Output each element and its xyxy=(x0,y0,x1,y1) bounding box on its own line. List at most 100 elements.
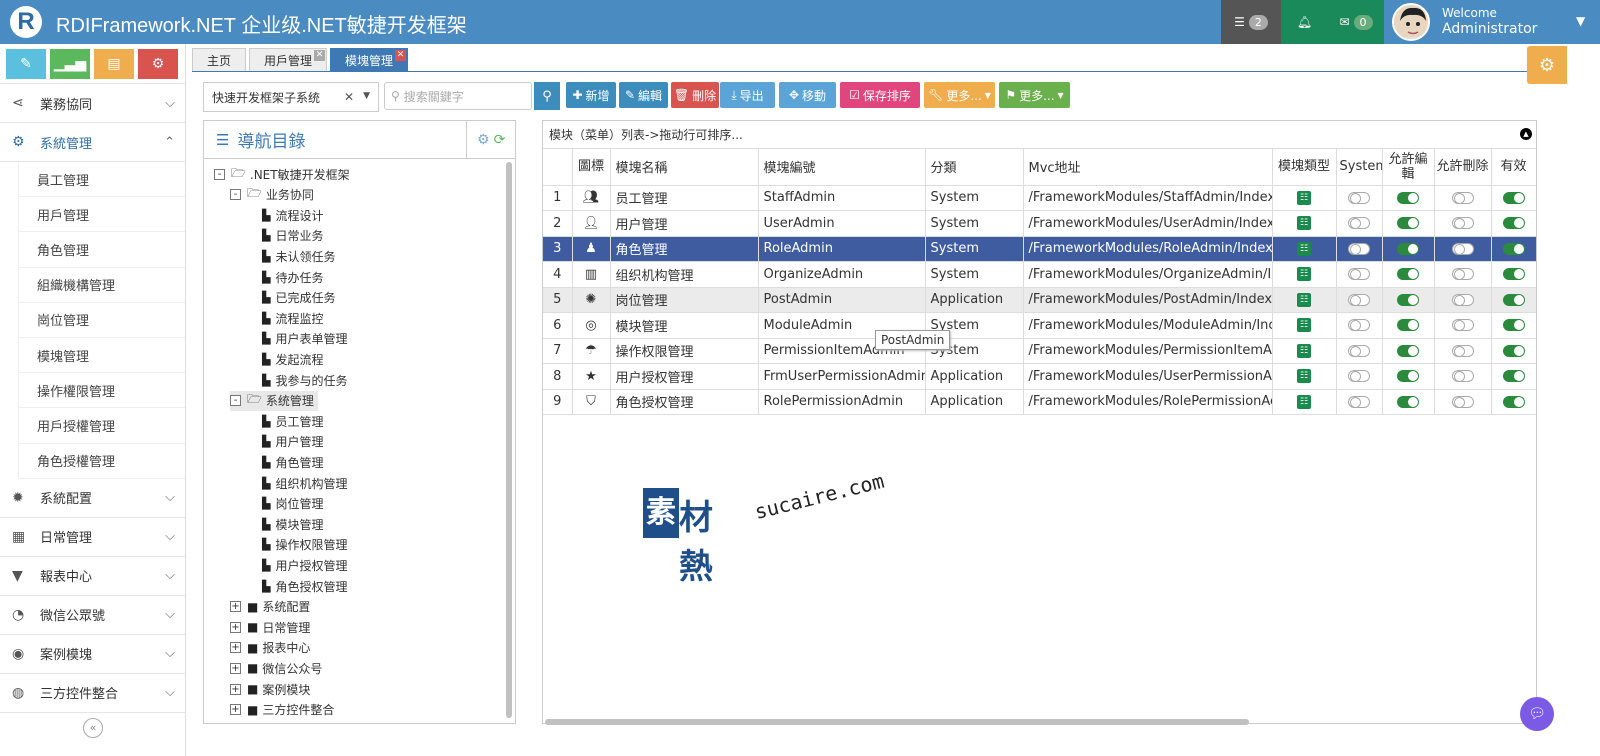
tree-node[interactable]: - 🗁 业务协同 xyxy=(230,185,314,205)
enabled-toggle[interactable] xyxy=(1502,395,1525,408)
collapse-toggle-icon[interactable]: - xyxy=(230,395,241,407)
system-toggle[interactable] xyxy=(1348,191,1370,204)
move-button[interactable]: ✥ 移動 xyxy=(779,82,836,108)
sidebar-menu-report[interactable]: ▼ 報表中心 ⌵ xyxy=(0,557,185,596)
table-row[interactable]: 5 ✺ 岗位管理 PostAdmin Application/FrameworkModu… xyxy=(543,287,1536,313)
table-row[interactable]: 3 ♟ 角色管理 RoleAdmin System/FrameworkModules/R… xyxy=(543,236,1536,262)
allow-delete-toggle[interactable] xyxy=(1451,344,1474,357)
tree-node[interactable]: ▙ 日常业务 xyxy=(262,226,323,246)
close-icon[interactable]: ✕ xyxy=(314,50,326,61)
allow-edit-toggle[interactable] xyxy=(1397,242,1419,255)
allow-delete-toggle[interactable] xyxy=(1451,191,1474,204)
table-row[interactable]: 9 ⛉ 角色授权管理 RolePermissionAdmin Application/F… xyxy=(543,389,1536,415)
col-allow-edit[interactable]: 允許編輯 xyxy=(1382,149,1435,186)
col-system[interactable]: System xyxy=(1336,149,1383,186)
tree-node[interactable]: ▙ 流程监控 xyxy=(262,308,323,328)
col-mvc-url[interactable]: Mvc地址 xyxy=(1023,149,1273,186)
more-tools-dropdown[interactable]: 🔧︎ 更多... ▼ xyxy=(924,82,995,108)
col-category[interactable]: 分類 xyxy=(925,149,1024,186)
signal-icon[interactable]: ▁▃▅ xyxy=(50,49,90,79)
edit-button[interactable]: ✎ 編輯 xyxy=(619,82,668,108)
collapse-toggle-icon[interactable]: - xyxy=(214,168,225,180)
allow-delete-toggle[interactable] xyxy=(1451,395,1474,408)
tree-node[interactable]: + ■ 案例模块 xyxy=(230,679,310,699)
expand-toggle-icon[interactable]: + xyxy=(230,621,241,633)
allow-delete-toggle[interactable] xyxy=(1451,319,1474,332)
col-icon[interactable]: 圖標 xyxy=(572,149,611,186)
allow-delete-toggle[interactable] xyxy=(1451,268,1474,281)
chat-icon[interactable]: 💬︎ xyxy=(1520,697,1554,731)
tab-module-admin[interactable]: 模塊管理 ✕ xyxy=(330,48,409,72)
system-toggle[interactable] xyxy=(1348,395,1370,408)
subsystem-select[interactable]: 快速开发框架子系统 ✕ ▼ xyxy=(203,82,379,112)
table-row[interactable]: 6 ◎ 模块管理 ModuleAdmin System/FrameworkModules… xyxy=(543,312,1536,339)
collapse-icon[interactable]: ▲ xyxy=(1520,128,1532,140)
expand-toggle-icon[interactable]: + xyxy=(230,601,241,613)
expand-toggle-icon[interactable]: + xyxy=(230,704,241,716)
sidebar-menu-config[interactable]: ✹ 系統配置 ⌵ xyxy=(0,479,185,518)
clear-icon[interactable]: ✕ xyxy=(344,90,354,104)
grid-hscrollbar[interactable] xyxy=(545,719,1249,725)
export-button[interactable]: ⤓ 导出 xyxy=(720,82,775,108)
col-module-code[interactable]: 模塊編號 xyxy=(758,149,926,186)
tree-node[interactable]: ▙ 员工管理 xyxy=(262,411,323,431)
tree-node[interactable]: - 🗁 .NET敏捷开发框架 xyxy=(214,164,350,184)
table-row[interactable]: 1 👥︎ 员工管理 StaffAdmin System/FrameworkModules… xyxy=(543,185,1536,211)
sidebar-item-organize[interactable]: 組織機構管理 xyxy=(18,267,185,303)
allow-edit-toggle[interactable] xyxy=(1397,217,1419,230)
tree-node[interactable]: ▙ 组织机构管理 xyxy=(262,473,347,493)
sidebar-item-role[interactable]: 角色管理 xyxy=(18,232,185,268)
col-module-name[interactable]: 模塊名稱 xyxy=(610,149,759,186)
sidebar-item-post[interactable]: 崗位管理 xyxy=(18,302,185,338)
tree-node[interactable]: ▙ 未认领任务 xyxy=(262,246,335,266)
collapse-toggle-icon[interactable]: - xyxy=(230,189,241,201)
enabled-toggle[interactable] xyxy=(1502,268,1525,281)
allow-delete-toggle[interactable] xyxy=(1451,370,1474,383)
system-toggle[interactable] xyxy=(1348,344,1370,357)
col-allow-delete[interactable]: 允許刪除 xyxy=(1434,149,1492,186)
allow-edit-toggle[interactable] xyxy=(1397,191,1419,204)
tree-node[interactable]: ▙ 角色管理 xyxy=(262,452,323,472)
tree-node[interactable]: ▙ 模块管理 xyxy=(262,514,323,534)
system-toggle[interactable] xyxy=(1348,217,1370,230)
col-module-type[interactable]: 模塊類型 xyxy=(1272,149,1337,186)
sidebar-item-permission-item[interactable]: 操作權限管理 xyxy=(18,373,185,409)
sidebar-menu-thirdparty[interactable]: ◍ 三方控件整合 ⌵ xyxy=(0,674,185,713)
system-toggle[interactable] xyxy=(1348,293,1370,306)
tree-node[interactable]: + ■ 微信公众号 xyxy=(230,658,322,678)
table-row[interactable]: 4 ▥ 组织机构管理 OrganizeAdmin System/FrameworkMod… xyxy=(543,261,1536,288)
sidebar-menu-daily[interactable]: ▦ 日常管理 ⌵ xyxy=(0,518,185,557)
system-toggle[interactable] xyxy=(1348,370,1370,383)
tree-node[interactable]: ▙ 已完成任务 xyxy=(262,288,335,308)
col-enabled[interactable]: 有效 xyxy=(1491,149,1536,186)
tree-node[interactable]: + ■ 系统配置 xyxy=(230,597,310,617)
enabled-toggle[interactable] xyxy=(1502,242,1525,255)
allow-edit-toggle[interactable] xyxy=(1397,319,1419,332)
expand-toggle-icon[interactable]: + xyxy=(230,642,241,654)
allow-delete-toggle[interactable] xyxy=(1451,242,1474,255)
system-toggle[interactable] xyxy=(1348,242,1370,255)
settings-gear-icon[interactable]: ⚙ xyxy=(1527,46,1567,84)
search-button[interactable]: ⚲ xyxy=(534,82,560,110)
pencil-icon[interactable]: ✎ xyxy=(6,49,46,79)
sidebar-item-module[interactable]: 模塊管理 xyxy=(18,337,185,374)
sidebar-item-user-permission[interactable]: 用戶授權管理 xyxy=(18,408,185,444)
sidebar-item-user[interactable]: 用戶管理 xyxy=(18,197,185,233)
search-input[interactable]: ⚲ 搜索關鍵字 xyxy=(384,82,532,110)
expand-toggle-icon[interactable]: + xyxy=(230,683,241,695)
refresh-icon[interactable]: ⟳ xyxy=(494,132,506,148)
allow-delete-toggle[interactable] xyxy=(1451,217,1474,230)
sidebar-menu-system[interactable]: ⚙ 系統管理 ⌃ xyxy=(0,123,185,162)
allow-edit-toggle[interactable] xyxy=(1397,268,1419,281)
sidebar-item-role-permission[interactable]: 角色授權管理 xyxy=(18,443,185,479)
book-icon[interactable]: ▤ xyxy=(94,49,134,79)
tree-node[interactable]: ▙ 我参与的任务 xyxy=(262,370,347,390)
sidebar-menu-business[interactable]: ⋖ 業務協同 ⌵ xyxy=(0,84,185,123)
sidebar-item-staff[interactable]: 員工管理 xyxy=(18,162,185,198)
tasks-button[interactable]: ☰ 2 xyxy=(1221,0,1281,44)
notifications-button[interactable]: 🔔︎ xyxy=(1281,0,1328,44)
table-row[interactable]: 2 👤︎ 用户管理 UserAdmin System/FrameworkModules/… xyxy=(543,210,1536,237)
enabled-toggle[interactable] xyxy=(1502,344,1525,357)
gear-icon[interactable]: ⚙ xyxy=(477,132,490,148)
expand-toggle-icon[interactable]: + xyxy=(230,662,241,674)
